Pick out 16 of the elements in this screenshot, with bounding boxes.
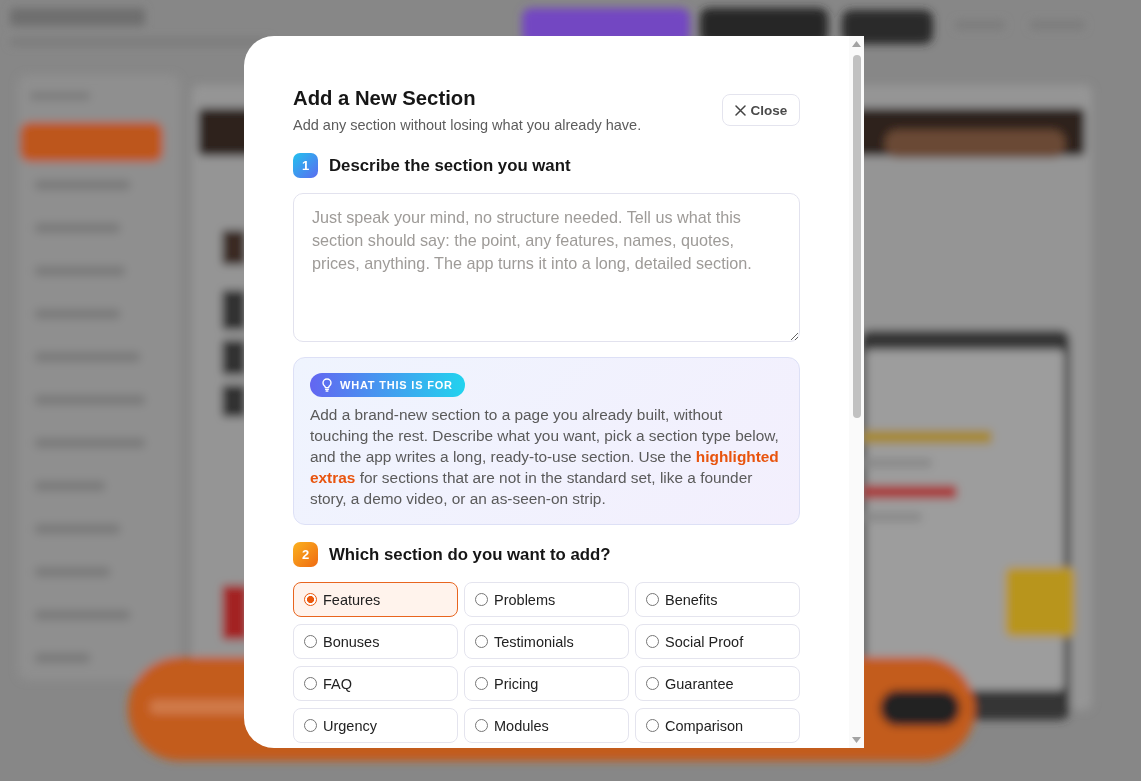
section-option[interactable]: Benefits	[635, 582, 800, 617]
section-option[interactable]: Urgency	[293, 708, 458, 743]
section-option[interactable]: Features	[293, 582, 458, 617]
section-option[interactable]: Pricing	[464, 666, 629, 701]
step-heading: Which section do you want to add?	[329, 543, 611, 566]
info-text: Add a brand-new section to a page you already built, without touching the rest. Describe what you want, pick a section type below, and the app writes a long, ready-to-use section. Use the highlighted extras for sections that are not in the standard set, like a founder story, a demo video, or an as-seen-on strip.	[310, 405, 780, 509]
section-option[interactable]: Bonuses	[293, 624, 458, 659]
section-option[interactable]: Testimonials	[464, 624, 629, 659]
section-option[interactable]: Guarantee	[635, 666, 800, 701]
section-option[interactable]: Problems	[464, 582, 629, 617]
section-option[interactable]: FAQ	[293, 666, 458, 701]
scroll-down-arrow-icon	[852, 737, 861, 743]
step-number-badge: 2	[293, 542, 318, 567]
section-option[interactable]: Comparison	[635, 708, 800, 743]
section-option[interactable]: Social Proof	[635, 624, 800, 659]
section-option[interactable]: Modules	[464, 708, 629, 743]
